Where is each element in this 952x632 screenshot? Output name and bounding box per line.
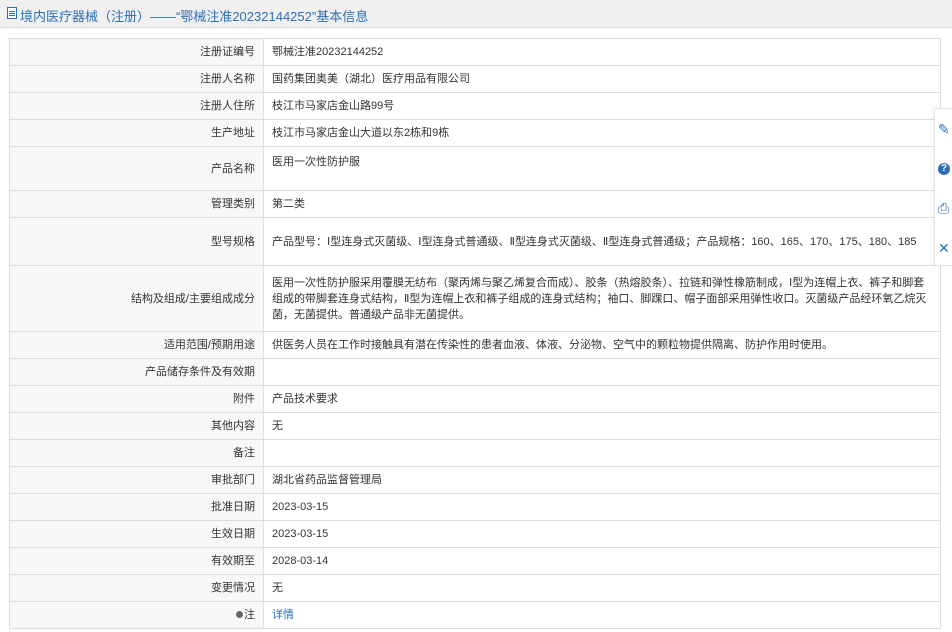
table-row: 附件 产品技术要求 [9, 385, 941, 413]
row-label: 其他内容 [9, 412, 264, 440]
row-value: 国药集团奥美（湖北）医疗用品有限公司 [263, 65, 941, 93]
row-label: 生产地址 [9, 119, 264, 147]
note-label: 注 [244, 609, 255, 621]
details-link[interactable]: 详情 [272, 609, 294, 621]
table-row: 批准日期 2023-03-15 [9, 493, 941, 521]
info-table: 注册证编号 鄂械注准20232144252 注册人名称 国药集团奥美（湖北）医疗… [9, 38, 941, 629]
row-label: 型号规格 [9, 217, 264, 266]
row-value: 2023-03-15 [263, 493, 941, 521]
table-row: 产品名称 医用一次性防护服 [9, 146, 941, 191]
page-title: 境内医疗器械（注册）——“鄂械注准20232144252”基本信息 [20, 9, 369, 24]
table-row: 适用范围/预期用途 供医务人员在工作时接触具有潜在传染性的患者血液、体液、分泌物… [9, 331, 941, 359]
row-label: 备注 [9, 439, 264, 467]
help-icon[interactable]: ? [938, 163, 950, 175]
table-row: 备注 [9, 439, 941, 467]
row-label: 批准日期 [9, 493, 264, 521]
row-label: 产品储存条件及有效期 [9, 358, 264, 386]
row-value: 无 [263, 574, 941, 602]
row-label: 产品名称 [9, 146, 264, 191]
row-label: 管理类别 [9, 190, 264, 218]
row-label: 适用范围/预期用途 [9, 331, 264, 359]
table-row: 产品储存条件及有效期 [9, 358, 941, 386]
row-label: 生效日期 [9, 520, 264, 548]
row-label: 变更情况 [9, 574, 264, 602]
row-value: 医用一次性防护服采用覆膜无纺布（聚丙烯与聚乙烯复合而成）、胶条（热熔胶条）、拉链… [263, 265, 941, 332]
row-value: 无 [263, 412, 941, 440]
table-row: 注册证编号 鄂械注准20232144252 [9, 38, 941, 66]
table-row: 审批部门 湖北省药品监督管理局 [9, 466, 941, 494]
table-row: 其他内容 无 [9, 412, 941, 440]
table-row: 注册人住所 枝江市马家店金山路99号 [9, 92, 941, 120]
row-label: 附件 [9, 385, 264, 413]
close-icon[interactable]: ✕ [938, 240, 952, 256]
document-icon [7, 7, 17, 19]
note-value-cell: 详情 [263, 601, 941, 629]
side-toolbar: ✎ ? ⎙ ✕ [934, 108, 952, 266]
row-label: 有效期至 [9, 547, 264, 575]
row-label: 注册证编号 [9, 38, 264, 66]
row-value [263, 439, 941, 467]
note-label-cell: 注 [9, 601, 264, 629]
print-icon[interactable]: ⎙ [938, 200, 952, 216]
row-value: 产品型号：Ⅰ型连身式灭菌级、Ⅰ型连身式普通级、Ⅱ型连身式灭菌级、Ⅱ型连身式普通级… [263, 217, 941, 266]
row-label: 审批部门 [9, 466, 264, 494]
row-value: 鄂械注准20232144252 [263, 38, 941, 66]
row-value: 枝江市马家店金山大道以东2栋和9栋 [263, 119, 941, 147]
pin-icon [236, 611, 243, 618]
row-value: 2023-03-15 [263, 520, 941, 548]
table-row: 注 详情 [9, 601, 941, 629]
row-value: 2028-03-14 [263, 547, 941, 575]
row-value: 第二类 [263, 190, 941, 218]
table-row: 管理类别 第二类 [9, 190, 941, 218]
table-row: 型号规格 产品型号：Ⅰ型连身式灭菌级、Ⅰ型连身式普通级、Ⅱ型连身式灭菌级、Ⅱ型连… [9, 217, 941, 266]
table-row: 生效日期 2023-03-15 [9, 520, 941, 548]
row-value: 湖北省药品监督管理局 [263, 466, 941, 494]
table-row: 变更情况 无 [9, 574, 941, 602]
row-value: 枝江市马家店金山路99号 [263, 92, 941, 120]
table-row: 结构及组成/主要组成成分 医用一次性防护服采用覆膜无纺布（聚丙烯与聚乙烯复合而成… [9, 265, 941, 332]
row-value: 产品技术要求 [263, 385, 941, 413]
table-row: 生产地址 枝江市马家店金山大道以东2栋和9栋 [9, 119, 941, 147]
edit-icon[interactable]: ✎ [938, 121, 952, 137]
table-row: 注册人名称 国药集团奥美（湖北）医疗用品有限公司 [9, 65, 941, 93]
row-value: 供医务人员在工作时接触具有潜在传染性的患者血液、体液、分泌物、空气中的颗粒物提供… [263, 331, 941, 359]
row-value: 医用一次性防护服 [263, 146, 941, 191]
row-value [263, 358, 941, 386]
row-label: 注册人住所 [9, 92, 264, 120]
row-label: 结构及组成/主要组成成分 [9, 265, 264, 332]
table-row: 有效期至 2028-03-14 [9, 547, 941, 575]
title-bar: 境内医疗器械（注册）——“鄂械注准20232144252”基本信息 [0, 0, 952, 28]
row-label: 注册人名称 [9, 65, 264, 93]
